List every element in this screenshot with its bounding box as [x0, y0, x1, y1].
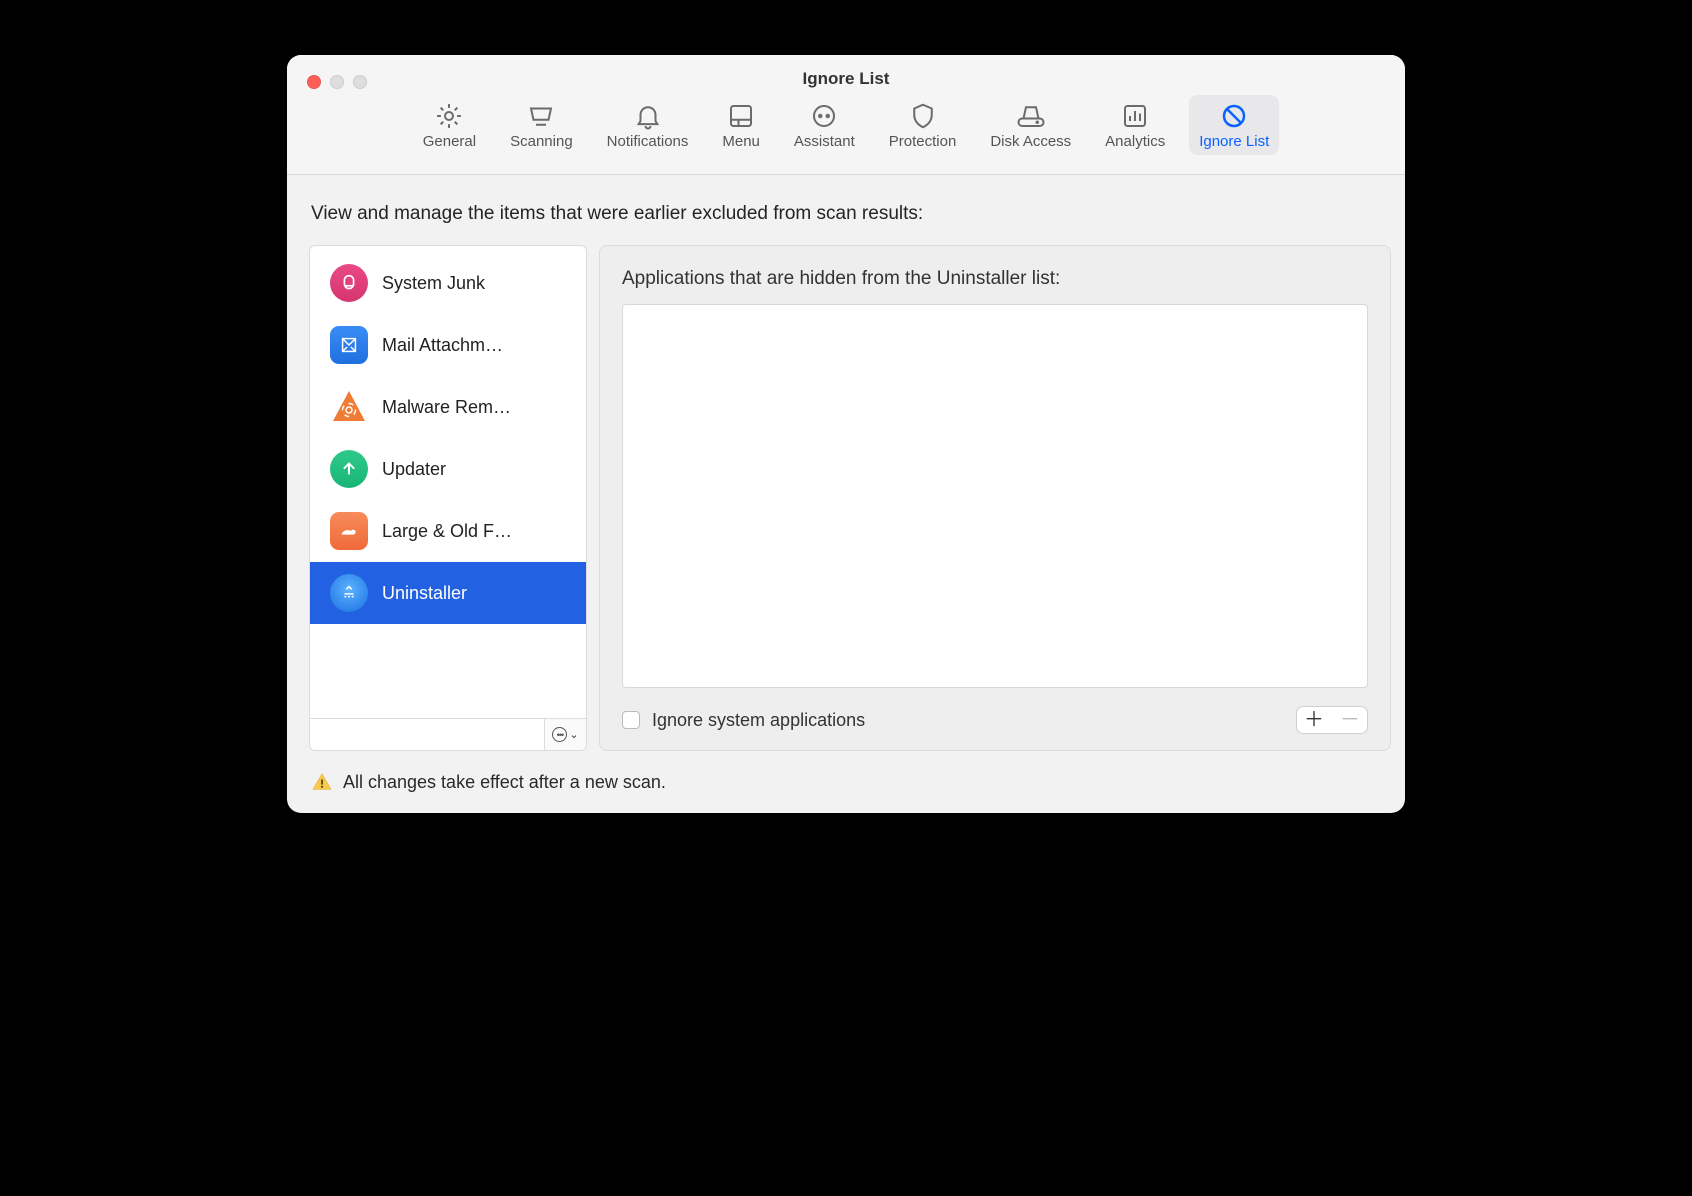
page-description: View and manage the items that were earl… [287, 175, 1405, 245]
sidebar-item-label: Large & Old F… [382, 521, 512, 542]
sidebar-footer: ••• ⌄ [310, 718, 586, 750]
assistant-icon [807, 101, 841, 131]
chevron-down-icon: ⌄ [569, 728, 578, 741]
content-area: View and manage the items that were earl… [287, 175, 1405, 813]
bell-icon [631, 101, 665, 131]
sidebar-item-uninstaller[interactable]: Uninstaller [310, 562, 586, 624]
mail-attachments-icon [330, 326, 368, 364]
warning-icon [311, 771, 333, 793]
detail-title: Applications that are hidden from the Un… [622, 268, 1368, 290]
chart-icon [1118, 101, 1152, 131]
panels: System Junk Mail Attachm… Malware Rem… [287, 245, 1405, 751]
sidebar-item-updater[interactable]: Updater [310, 438, 586, 500]
tab-label: Notifications [607, 133, 689, 150]
ignore-system-apps-row: Ignore system applications [622, 710, 865, 731]
ellipsis-icon: ••• [552, 727, 567, 742]
tab-label: General [423, 133, 476, 150]
zoom-window-button[interactable] [353, 75, 367, 89]
sidebar-options-button[interactable]: ••• ⌄ [544, 719, 586, 750]
sidebar-item-label: Mail Attachm… [382, 335, 503, 356]
tab-disk-access[interactable]: Disk Access [980, 95, 1081, 155]
preferences-window: Ignore List General Scanning Notificatio… [287, 55, 1405, 813]
close-window-button[interactable] [307, 75, 321, 89]
category-sidebar: System Junk Mail Attachm… Malware Rem… [309, 245, 587, 751]
tab-label: Protection [889, 133, 957, 150]
system-junk-icon [330, 264, 368, 302]
sidebar-item-label: Malware Rem… [382, 397, 511, 418]
tab-label: Assistant [794, 133, 855, 150]
disk-icon [1014, 101, 1048, 131]
monitor-icon [524, 101, 558, 131]
sidebar-item-malware-removal[interactable]: Malware Rem… [310, 376, 586, 438]
category-list: System Junk Mail Attachm… Malware Rem… [310, 246, 586, 718]
sidebar-item-label: Updater [382, 459, 446, 480]
sidebar-item-label: Uninstaller [382, 583, 467, 604]
uninstaller-icon [330, 574, 368, 612]
sidebar-item-large-old[interactable]: Large & Old F… [310, 500, 586, 562]
shield-icon [906, 101, 940, 131]
gear-icon [432, 101, 466, 131]
tab-general[interactable]: General [413, 95, 486, 155]
ignore-system-apps-label: Ignore system applications [652, 710, 865, 731]
tab-scanning[interactable]: Scanning [500, 95, 583, 155]
footer-note-text: All changes take effect after a new scan… [343, 772, 666, 793]
tab-menu[interactable]: Menu [712, 95, 770, 155]
tab-assistant[interactable]: Assistant [784, 95, 865, 155]
sidebar-item-label: System Junk [382, 273, 485, 294]
titlebar: Ignore List General Scanning Notificatio… [287, 55, 1405, 175]
add-remove-buttons: ＋ － [1296, 706, 1368, 734]
menu-icon [724, 101, 758, 131]
malware-icon [330, 388, 368, 426]
tab-label: Ignore List [1199, 133, 1269, 150]
traffic-lights [307, 75, 367, 89]
tabbar: General Scanning Notifications Menu Assi… [287, 95, 1405, 155]
tab-label: Menu [722, 133, 760, 150]
hidden-apps-list[interactable] [622, 304, 1368, 688]
large-old-files-icon [330, 512, 368, 550]
sidebar-item-system-junk[interactable]: System Junk [310, 252, 586, 314]
detail-panel: Applications that are hidden from the Un… [599, 245, 1391, 751]
minimize-window-button[interactable] [330, 75, 344, 89]
add-button[interactable]: ＋ [1296, 710, 1332, 730]
detail-bottom-row: Ignore system applications ＋ － [622, 688, 1368, 734]
tab-label: Disk Access [990, 133, 1071, 150]
window-title: Ignore List [287, 55, 1405, 89]
tab-ignore-list[interactable]: Ignore List [1189, 95, 1279, 155]
tab-label: Analytics [1105, 133, 1165, 150]
sidebar-item-mail-attachments[interactable]: Mail Attachm… [310, 314, 586, 376]
tab-label: Scanning [510, 133, 573, 150]
tab-analytics[interactable]: Analytics [1095, 95, 1175, 155]
tab-protection[interactable]: Protection [879, 95, 967, 155]
remove-button[interactable]: － [1332, 710, 1368, 730]
ignore-system-apps-checkbox[interactable] [622, 711, 640, 729]
tab-notifications[interactable]: Notifications [597, 95, 699, 155]
sidebar-filter-input[interactable] [310, 719, 544, 750]
ignore-icon [1217, 101, 1251, 131]
updater-icon [330, 450, 368, 488]
footer-note: All changes take effect after a new scan… [287, 751, 1405, 797]
